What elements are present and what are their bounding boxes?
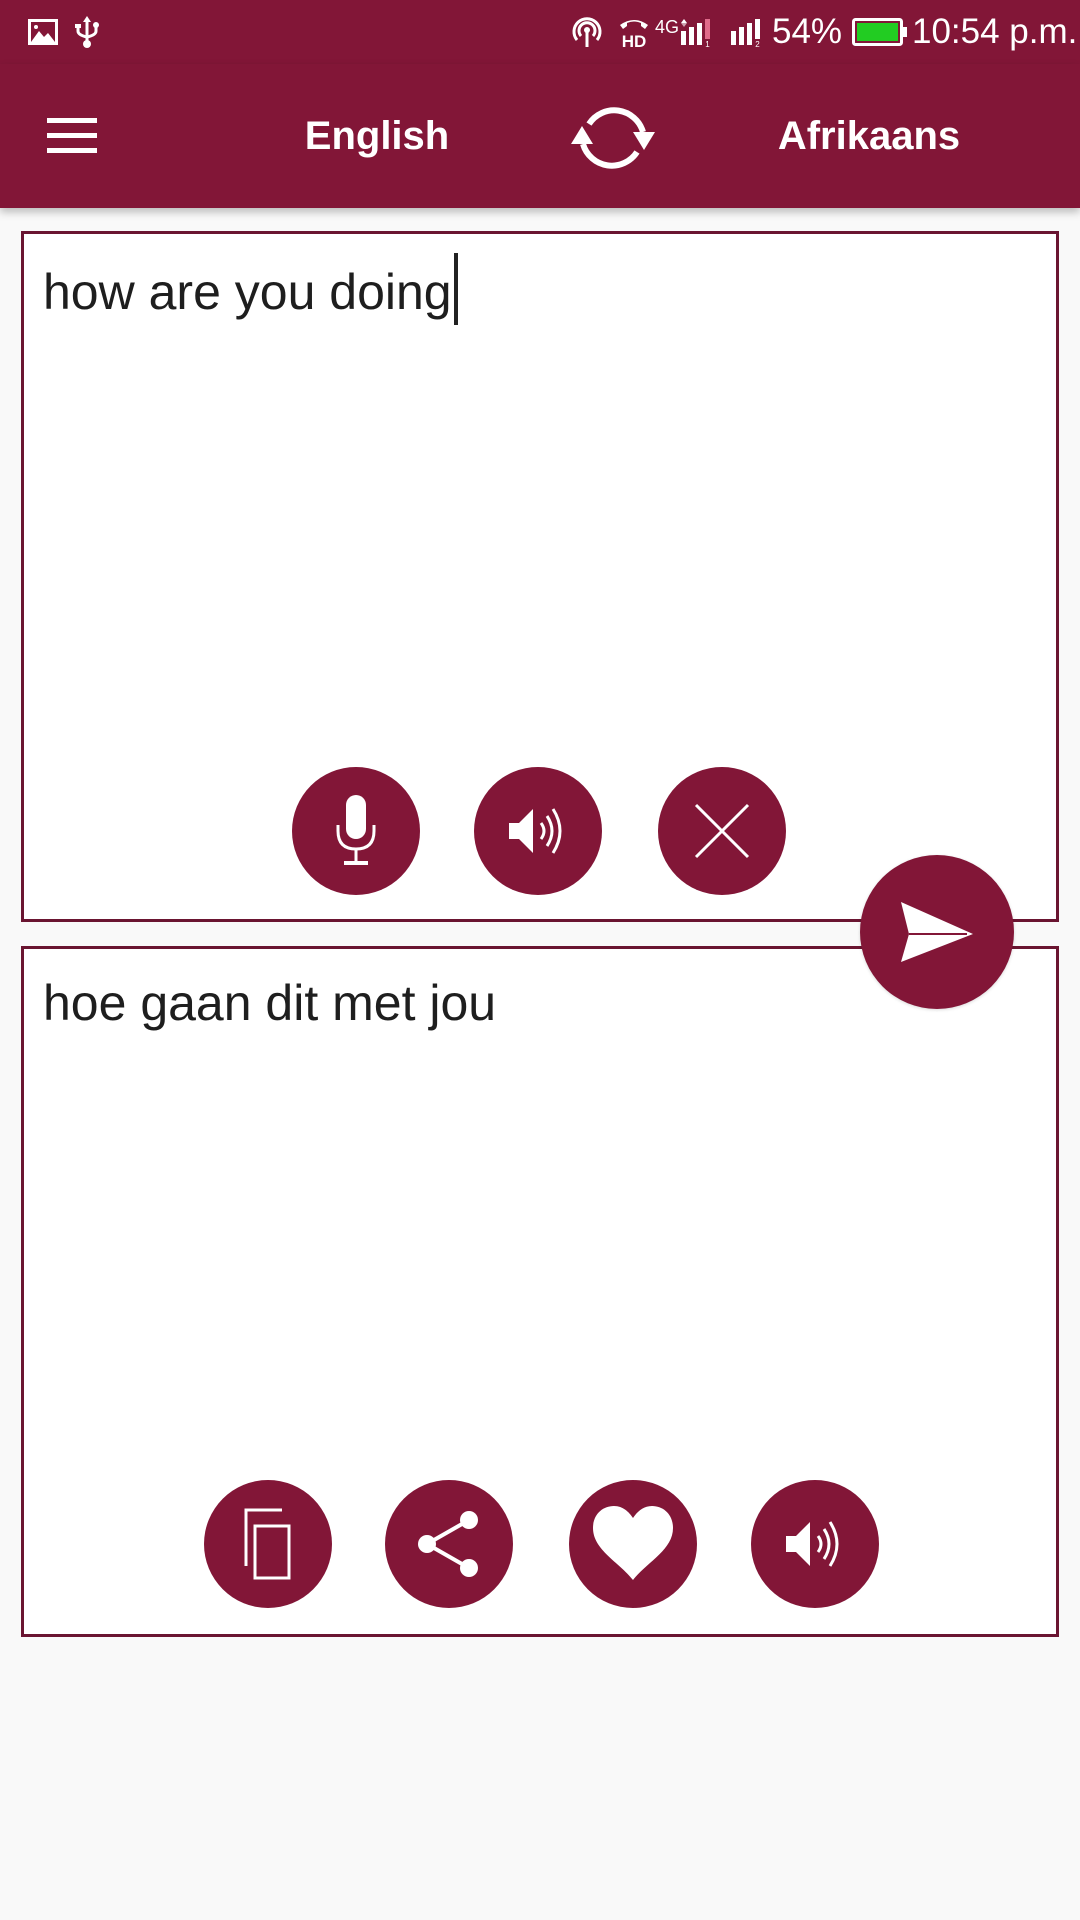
svg-text:HD: HD — [622, 32, 647, 49]
target-language-selector[interactable]: Afrikaans — [739, 64, 999, 208]
copy-icon — [244, 1508, 291, 1580]
app-toolbar: English Afrikaans — [0, 64, 1080, 208]
hotspot-icon — [570, 0, 604, 64]
share-icon — [418, 1511, 478, 1577]
text-cursor — [453, 253, 458, 325]
menu-button[interactable] — [40, 108, 106, 164]
hamburger-menu-icon — [47, 118, 97, 153]
status-bar: HD 4G 1 2 54% 10:54 p.m. — [0, 0, 1080, 64]
clock-time: 10:54 p.m. — [912, 12, 1078, 51]
copy-button[interactable] — [204, 1480, 332, 1608]
hd-call-icon: HD — [617, 0, 651, 64]
signal-sim2-icon: 2 — [730, 0, 766, 64]
close-icon — [694, 803, 750, 859]
4g-signal-icon: 4G 1 — [655, 0, 718, 64]
usb-icon — [73, 0, 101, 64]
speak-output-button[interactable] — [751, 1480, 879, 1608]
svg-text:1: 1 — [705, 40, 710, 47]
swap-languages-button[interactable] — [563, 88, 663, 188]
battery-icon — [852, 0, 908, 64]
battery-fill — [857, 23, 898, 41]
translate-button[interactable] — [860, 855, 1014, 1009]
image-notification-icon — [27, 0, 59, 64]
share-button[interactable] — [385, 1480, 513, 1608]
clear-input-button[interactable] — [658, 767, 786, 895]
network-type-label: 4G — [655, 16, 680, 37]
speaker-icon — [509, 808, 562, 854]
source-text: how are you doing — [43, 264, 452, 320]
battery-percent: 54% — [772, 12, 843, 51]
swap-languages-icon — [571, 107, 655, 169]
speak-input-button[interactable] — [474, 767, 602, 895]
send-icon — [901, 902, 973, 962]
speaker-icon — [786, 1521, 839, 1567]
voice-input-button[interactable] — [292, 767, 420, 895]
output-card: hoe gaan dit met jou — [21, 946, 1059, 1637]
input-card: how are you doing — [21, 231, 1059, 922]
svg-text:2: 2 — [755, 40, 760, 47]
source-language-selector[interactable]: English — [247, 64, 507, 208]
heart-icon — [593, 1506, 673, 1580]
source-text-input[interactable]: how are you doing — [43, 253, 1037, 327]
clock: 10:54 p.m. — [912, 0, 1077, 64]
microphone-icon — [336, 795, 376, 865]
favorite-button[interactable] — [569, 1480, 697, 1608]
